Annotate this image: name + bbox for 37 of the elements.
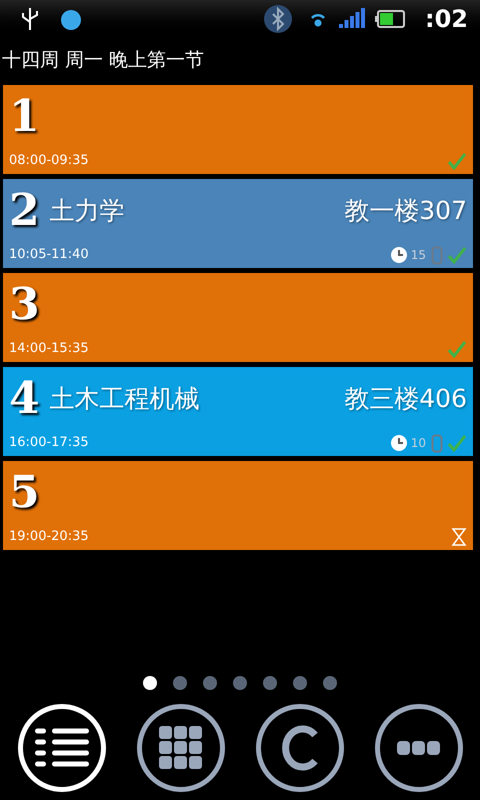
nav-button[interactable] xyxy=(374,704,462,792)
period-card[interactable]: 3 14:00-15:35 xyxy=(3,273,473,362)
more-icon xyxy=(396,741,440,755)
alarm-minutes: 15 xyxy=(410,247,426,264)
battery-icon xyxy=(375,10,405,28)
nav-button[interactable] xyxy=(256,704,344,792)
nav-button[interactable] xyxy=(136,704,224,792)
time-range: 19:00-20:35 xyxy=(9,528,89,546)
signal-icon xyxy=(339,8,367,30)
page-title: 十四周 周一 晚上第一节 xyxy=(2,48,204,73)
classroom: 教三楼406 xyxy=(344,383,467,416)
time-range: 14:00-15:35 xyxy=(9,340,89,358)
period-card[interactable]: 5 19:00-20:35 xyxy=(3,461,473,550)
ball-icon xyxy=(60,8,82,30)
alarm-clock-icon xyxy=(390,434,408,452)
course-name: 土木工程机械 xyxy=(50,383,200,416)
time-range: 10:05-11:40 xyxy=(9,246,89,264)
course-name: 土力学 xyxy=(50,195,125,228)
period-card[interactable]: 4 土木工程机械 教三楼406 16:00-17:35 10 xyxy=(3,367,473,456)
clock-time: :02 xyxy=(425,4,468,35)
time-range: 08:00-09:35 xyxy=(9,152,89,170)
period-number: 4 xyxy=(9,377,40,421)
bluetooth-icon xyxy=(263,4,293,34)
alarm-minutes: 10 xyxy=(410,435,426,452)
alarm-clock-icon xyxy=(390,246,408,264)
period-number: 2 xyxy=(9,189,40,233)
period-card[interactable]: 2 土力学 教一楼307 10:05-11:40 15 xyxy=(3,179,473,268)
list-icon xyxy=(34,728,88,768)
period-number: 1 xyxy=(9,95,40,139)
usb-icon xyxy=(20,6,40,32)
classroom: 教一楼307 xyxy=(344,195,467,228)
copyright-icon xyxy=(280,725,320,771)
period-number: 5 xyxy=(9,471,40,515)
period-number: 3 xyxy=(9,283,40,327)
time-range: 16:00-17:35 xyxy=(9,434,89,452)
period-card[interactable]: 1 08:00-09:35 xyxy=(3,85,473,174)
grid-icon xyxy=(158,726,202,770)
